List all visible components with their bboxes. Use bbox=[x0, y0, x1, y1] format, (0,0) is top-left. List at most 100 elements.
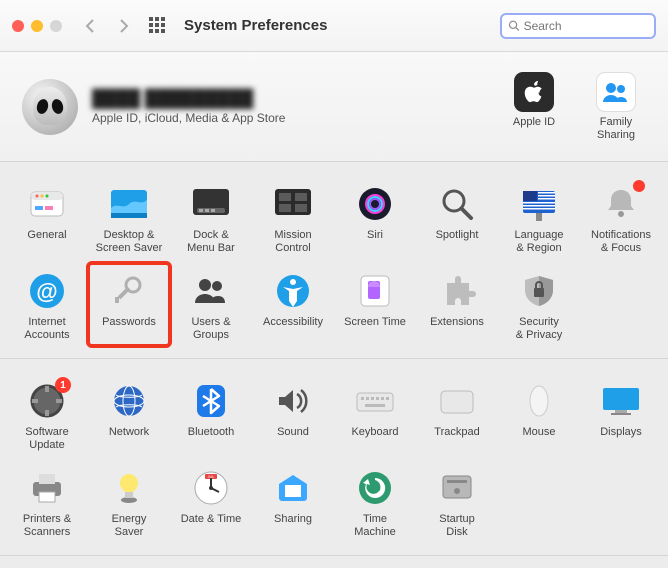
window-title: System Preferences bbox=[184, 17, 327, 34]
pref-passwords[interactable]: Passwords bbox=[88, 263, 170, 346]
family-sharing-label: Family Sharing bbox=[586, 116, 646, 141]
pref-energy[interactable]: EnergySaver bbox=[88, 460, 170, 543]
pref-notifications[interactable]: Notifications& Focus bbox=[580, 176, 662, 259]
apple-id-label: Apple ID bbox=[513, 116, 555, 129]
pref-label: InternetAccounts bbox=[24, 316, 69, 342]
general-icon bbox=[25, 182, 69, 226]
pref-label: Date & Time bbox=[181, 513, 242, 539]
pref-datetime[interactable]: Date & Time bbox=[170, 460, 252, 543]
mouse-icon bbox=[517, 379, 561, 423]
account-avatar[interactable] bbox=[22, 79, 78, 135]
pref-label: StartupDisk bbox=[439, 513, 474, 539]
pref-label: Dock &Menu Bar bbox=[187, 229, 235, 255]
pref-label: Keyboard bbox=[351, 426, 398, 452]
extensions-icon bbox=[435, 269, 479, 313]
close-button[interactable] bbox=[12, 20, 24, 32]
pref-siri[interactable]: Siri bbox=[334, 176, 416, 259]
avatar-alien-icon bbox=[32, 85, 68, 129]
keyboard-icon bbox=[353, 379, 397, 423]
pref-label: General bbox=[27, 229, 66, 255]
bluetooth-icon bbox=[189, 379, 233, 423]
pref-displays[interactable]: Displays bbox=[580, 373, 662, 456]
pref-mission[interactable]: MissionControl bbox=[252, 176, 334, 259]
pref-accessibility[interactable]: Accessibility bbox=[252, 263, 334, 346]
pref-extensions[interactable]: Extensions bbox=[416, 263, 498, 346]
search-field[interactable] bbox=[500, 13, 656, 39]
pref-label: Sound bbox=[277, 426, 309, 452]
pref-label: Notifications& Focus bbox=[591, 229, 651, 255]
pref-mouse[interactable]: Mouse bbox=[498, 373, 580, 456]
pref-startup[interactable]: StartupDisk bbox=[416, 460, 498, 543]
pref-label: Bluetooth bbox=[188, 426, 234, 452]
search-input[interactable] bbox=[524, 19, 648, 33]
passwords-icon bbox=[107, 269, 151, 313]
pref-label: Extensions bbox=[430, 316, 484, 342]
energy-icon bbox=[107, 466, 151, 510]
pref-timemachine[interactable]: TimeMachine bbox=[334, 460, 416, 543]
forward-button[interactable] bbox=[112, 14, 136, 38]
trackpad-icon bbox=[435, 379, 479, 423]
pref-trackpad[interactable]: Trackpad bbox=[416, 373, 498, 456]
pref-network[interactable]: Network bbox=[88, 373, 170, 456]
badge bbox=[633, 180, 645, 192]
pref-label: MissionControl bbox=[274, 229, 311, 255]
pref-label: Language& Region bbox=[515, 229, 564, 255]
search-icon bbox=[508, 19, 520, 32]
users-icon bbox=[189, 269, 233, 313]
grid-icon bbox=[149, 17, 167, 35]
pref-label: Spotlight bbox=[436, 229, 479, 255]
pref-label: Sharing bbox=[274, 513, 312, 539]
pref-software[interactable]: 1 SoftwareUpdate bbox=[6, 373, 88, 456]
apple-id-button[interactable]: Apple ID bbox=[504, 72, 564, 141]
timemachine-icon bbox=[353, 466, 397, 510]
pref-bluetooth[interactable]: Bluetooth bbox=[170, 373, 252, 456]
pref-section-0: General Desktop &Screen Saver Dock &Menu B… bbox=[0, 162, 668, 359]
pref-label: EnergySaver bbox=[112, 513, 147, 539]
pref-security[interactable]: Security& Privacy bbox=[498, 263, 580, 346]
software-icon: 1 bbox=[25, 379, 69, 423]
pref-general[interactable]: General bbox=[6, 176, 88, 259]
desktop-icon bbox=[107, 182, 151, 226]
pref-desktop[interactable]: Desktop &Screen Saver bbox=[88, 176, 170, 259]
family-icon bbox=[596, 72, 636, 112]
startup-icon bbox=[435, 466, 479, 510]
notifications-icon bbox=[599, 182, 643, 226]
pref-label: TimeMachine bbox=[354, 513, 396, 539]
pref-sharing[interactable]: Sharing bbox=[252, 460, 334, 543]
pref-label: Security& Privacy bbox=[516, 316, 562, 342]
internet-icon bbox=[25, 269, 69, 313]
screentime-icon bbox=[353, 269, 397, 313]
back-button[interactable] bbox=[78, 14, 102, 38]
pref-sound[interactable]: Sound bbox=[252, 373, 334, 456]
sound-icon bbox=[271, 379, 315, 423]
account-subtitle: Apple ID, iCloud, Media & App Store bbox=[92, 111, 285, 125]
pref-screentime[interactable]: Screen Time bbox=[334, 263, 416, 346]
pref-keyboard[interactable]: Keyboard bbox=[334, 373, 416, 456]
pref-spotlight[interactable]: Spotlight bbox=[416, 176, 498, 259]
siri-icon bbox=[353, 182, 397, 226]
family-sharing-button[interactable]: Family Sharing bbox=[586, 72, 646, 141]
pref-internet[interactable]: InternetAccounts bbox=[6, 263, 88, 346]
dock-icon bbox=[189, 182, 233, 226]
account-name: ████ █████████ bbox=[92, 89, 285, 109]
pref-dock[interactable]: Dock &Menu Bar bbox=[170, 176, 252, 259]
accessibility-icon bbox=[271, 269, 315, 313]
pref-language[interactable]: Language& Region bbox=[498, 176, 580, 259]
pref-label: Siri bbox=[367, 229, 383, 255]
pref-label: Mouse bbox=[522, 426, 555, 452]
apple-logo-icon bbox=[514, 72, 554, 112]
pref-label: Trackpad bbox=[434, 426, 479, 452]
security-icon bbox=[517, 269, 561, 313]
pref-printers[interactable]: Printers &Scanners bbox=[6, 460, 88, 543]
pref-label: SoftwareUpdate bbox=[25, 426, 68, 452]
maximize-button bbox=[50, 20, 62, 32]
pref-label: Desktop &Screen Saver bbox=[96, 229, 163, 255]
mission-icon bbox=[271, 182, 315, 226]
pref-users[interactable]: Users &Groups bbox=[170, 263, 252, 346]
account-header: ████ █████████ Apple ID, iCloud, Media &… bbox=[0, 52, 668, 162]
pref-label: Accessibility bbox=[263, 316, 323, 342]
displays-icon bbox=[599, 379, 643, 423]
language-icon bbox=[517, 182, 561, 226]
show-all-button[interactable] bbox=[146, 14, 170, 38]
minimize-button[interactable] bbox=[31, 20, 43, 32]
